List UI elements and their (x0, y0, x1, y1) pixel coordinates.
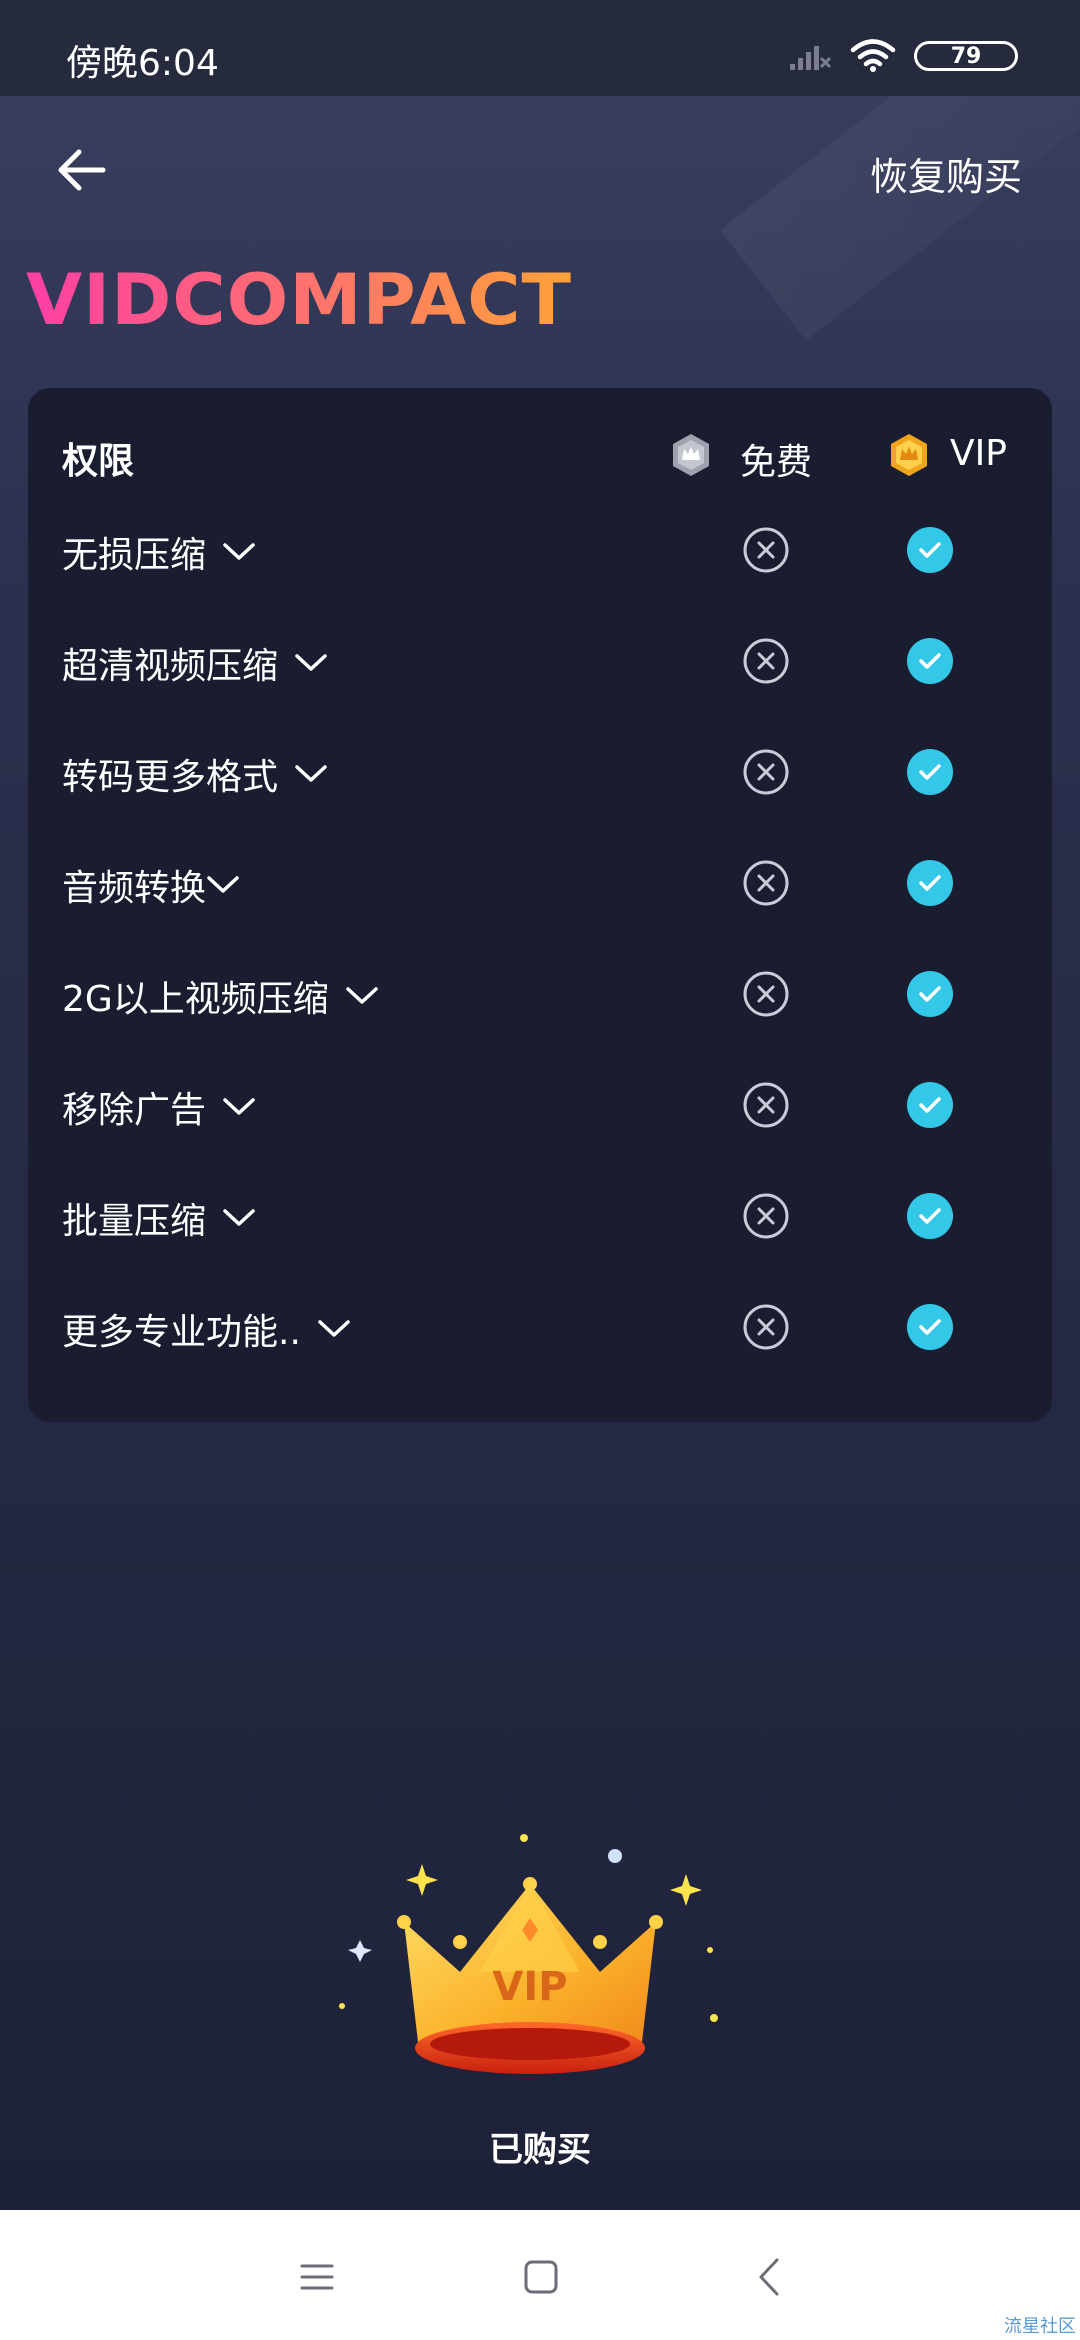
vip-column-label: VIP (950, 433, 1007, 474)
privilege-label: 无损压缩 (62, 535, 207, 576)
privilege-row[interactable]: 无损压缩 (28, 500, 1052, 600)
nav-back-button[interactable] (744, 2252, 794, 2302)
battery-level: 79 (950, 43, 982, 69)
chevron-down-icon[interactable] (222, 541, 256, 563)
cross-circle-icon (743, 1082, 789, 1128)
check-circle-icon (907, 1304, 953, 1350)
back-arrow-icon (58, 149, 106, 191)
signal-icon (790, 46, 832, 70)
privilege-row[interactable]: 2G以上视频压缩 (28, 944, 1052, 1044)
status-time: 傍晚6:04 (66, 43, 219, 84)
logo-text: VIDCOMPACT (26, 262, 572, 336)
cross-circle-icon (743, 1193, 789, 1239)
nav-home-button[interactable] (516, 2252, 566, 2302)
watermark: 流星社区 (1004, 2316, 1076, 2337)
wifi-icon (850, 39, 896, 72)
privilege-row[interactable]: 更多专业功能.. (28, 1277, 1052, 1377)
free-column-label: 免费 (740, 442, 813, 483)
nav-menu-button[interactable] (292, 2252, 342, 2302)
restore-purchase-button[interactable]: 恢复购买 (870, 146, 1022, 201)
privilege-row[interactable]: 移除广告 (28, 1055, 1052, 1155)
chevron-down-icon[interactable] (222, 1207, 256, 1229)
app-logo: VIDCOMPACT (26, 262, 572, 336)
privilege-label: 音频转换 (62, 868, 207, 909)
privilege-row[interactable]: 转码更多格式 (28, 722, 1052, 822)
cross-circle-icon (743, 1304, 789, 1350)
battery-icon: 79 (914, 41, 1018, 71)
purchased-status: 已购买 (489, 2130, 591, 2170)
free-badge-icon (673, 434, 709, 476)
check-circle-icon (907, 1082, 953, 1128)
chevron-down-icon[interactable] (206, 874, 240, 896)
home-square-icon (524, 2260, 558, 2294)
status-bar: 傍晚6:04 79 (0, 0, 1080, 96)
cross-circle-icon (743, 860, 789, 906)
privilege-label: 转码更多格式 (62, 757, 279, 798)
chevron-down-icon[interactable] (317, 1318, 351, 1340)
crown-badge-text: VIP (492, 1964, 567, 2010)
privilege-label: 超清视频压缩 (62, 646, 279, 687)
check-circle-icon (907, 1193, 953, 1239)
privilege-label: 移除广告 (62, 1090, 207, 1131)
privilege-label: 2G以上视频压缩 (62, 979, 329, 1020)
cross-circle-icon (743, 749, 789, 795)
chevron-down-icon[interactable] (294, 763, 328, 785)
privilege-row[interactable]: 音频转换 (28, 833, 1052, 933)
menu-icon (300, 2264, 334, 2290)
chevron-down-icon[interactable] (222, 1096, 256, 1118)
privilege-label: 更多专业功能.. (62, 1312, 301, 1353)
vip-badge-icon (891, 434, 927, 476)
privilege-row[interactable]: 超清视频压缩 (28, 611, 1052, 711)
chevron-down-icon[interactable] (345, 985, 379, 1007)
cross-circle-icon (743, 638, 789, 684)
check-circle-icon (907, 749, 953, 795)
privilege-header: 权限 (62, 441, 135, 482)
check-circle-icon (907, 527, 953, 573)
check-circle-icon (907, 971, 953, 1017)
cross-circle-icon (743, 527, 789, 573)
chevron-down-icon[interactable] (294, 652, 328, 674)
privilege-label: 批量压缩 (62, 1201, 207, 1242)
back-chevron-icon (759, 2258, 779, 2296)
vip-crown-icon: VIP (339, 1834, 718, 2074)
status-icons: 79 (788, 36, 1018, 76)
check-circle-icon (907, 860, 953, 906)
system-nav-bar: 流星社区 (0, 2210, 1080, 2340)
check-circle-icon (907, 638, 953, 684)
cross-circle-icon (743, 971, 789, 1017)
back-button[interactable] (52, 140, 112, 200)
privilege-row[interactable]: 批量压缩 (28, 1166, 1052, 1266)
